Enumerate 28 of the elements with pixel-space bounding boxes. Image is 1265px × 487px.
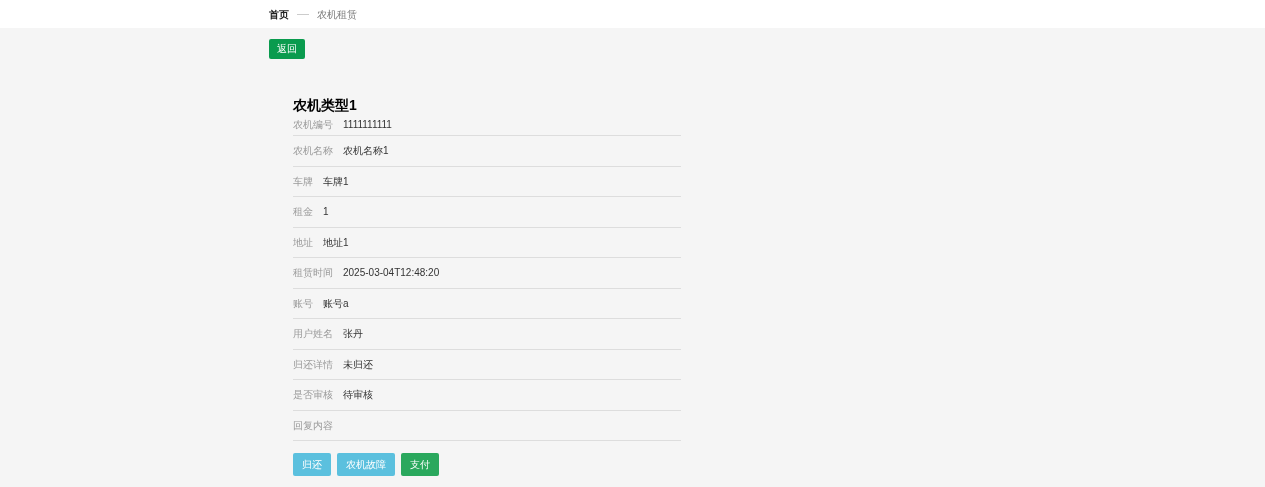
field-label: 租金 [293, 205, 313, 220]
page-title: 农机类型1 [293, 96, 358, 114]
field-label: 农机编号 [293, 118, 333, 132]
field-label: 用户姓名 [293, 327, 333, 342]
field-value: 账号a [323, 296, 349, 311]
field-value: 农机名称1 [343, 144, 389, 159]
field-value: 车牌1 [323, 174, 349, 189]
breadcrumb-link[interactable]: 首页 [269, 6, 289, 22]
field-label: 农机名称 [293, 144, 333, 159]
field-value: 未归还 [343, 357, 373, 372]
action-button[interactable]: 归还 [293, 453, 331, 476]
field-value: 地址1 [323, 235, 349, 250]
action-button[interactable]: 支付 [401, 453, 439, 476]
field-value: 1 [323, 205, 329, 220]
field-label: 租赁时间 [293, 266, 333, 281]
field-label: 账号 [293, 296, 313, 311]
field-value: 2025-03-04T12:48:20 [343, 266, 440, 281]
field-label: 回复内容 [293, 418, 333, 433]
field-value: 张丹 [343, 327, 363, 342]
field-label: 归还详情 [293, 357, 333, 372]
field-label: 车牌 [293, 174, 313, 189]
breadcrumb-link[interactable]: 农机租赁 [317, 6, 357, 22]
field-value: 1111111111 [343, 118, 392, 132]
back-button[interactable]: 返回 [269, 38, 305, 59]
field-label: 地址 [293, 235, 313, 250]
field-value: 待审核 [343, 388, 373, 403]
action-button[interactable]: 农机故障 [337, 453, 395, 476]
field-label: 是否审核 [293, 388, 333, 403]
